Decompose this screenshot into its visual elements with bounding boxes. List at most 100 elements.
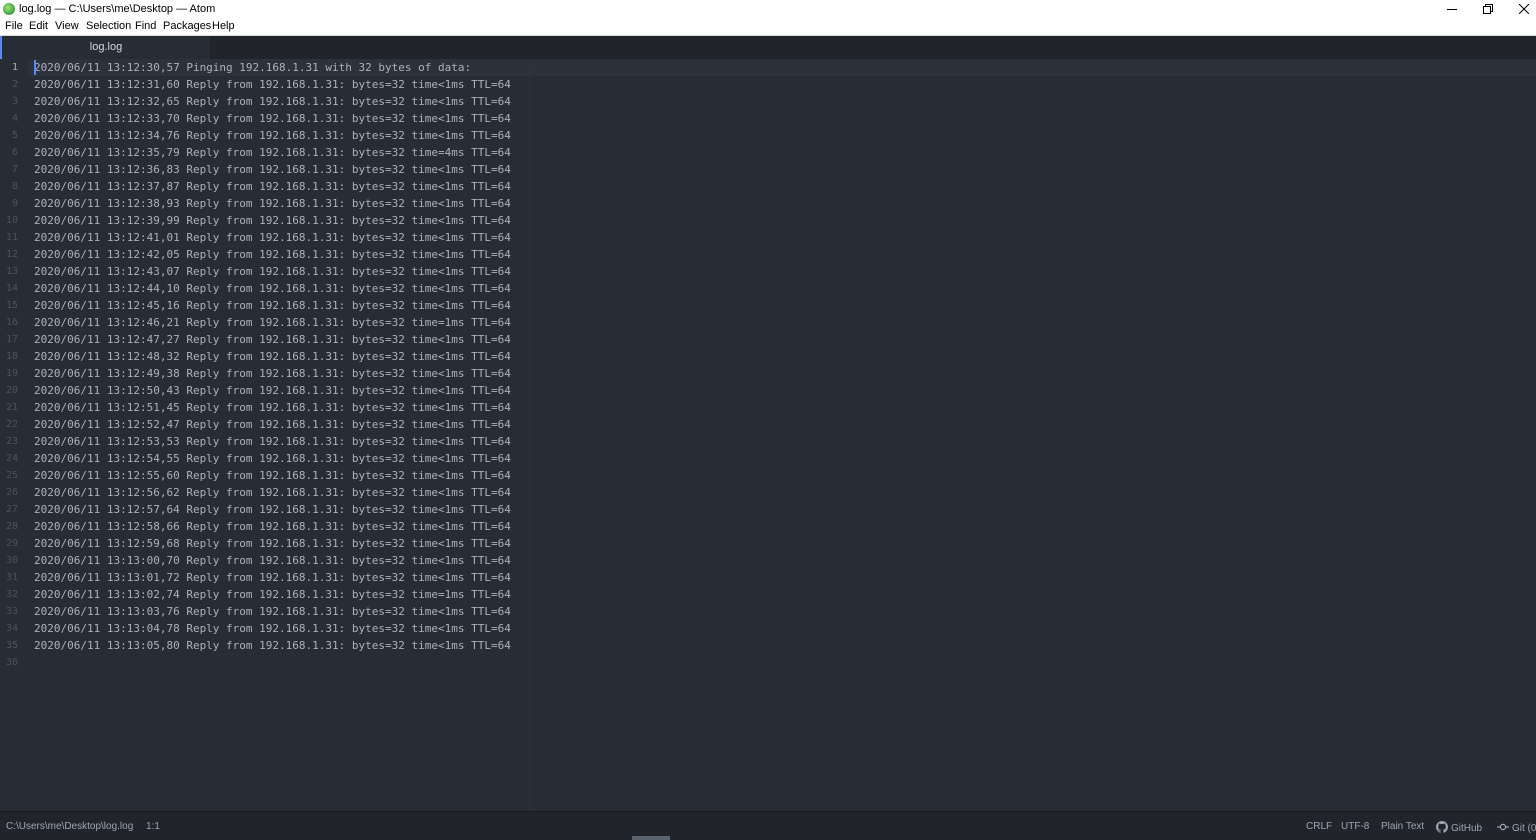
line-number: 19 xyxy=(5,368,18,379)
status-file-path[interactable]: C:\Users\me\Desktop\log.log xyxy=(6,821,133,833)
text-cursor xyxy=(34,60,36,75)
code-line: 2020/06/11 13:12:35,79 Reply from 192.16… xyxy=(34,146,511,159)
menu-help[interactable]: Help xyxy=(212,20,235,33)
status-grammar[interactable]: Plain Text xyxy=(1381,821,1424,833)
code-line: 2020/06/11 13:12:55,60 Reply from 192.16… xyxy=(34,469,511,482)
line-number: 30 xyxy=(5,555,18,566)
menu-packages[interactable]: Packages xyxy=(163,20,211,33)
code-line: 2020/06/11 13:12:59,68 Reply from 192.16… xyxy=(34,537,511,550)
code-line: 2020/06/11 13:12:52,47 Reply from 192.16… xyxy=(34,418,511,431)
restore-icon xyxy=(1483,4,1493,14)
line-number: 1 xyxy=(11,62,18,73)
menu-edit[interactable]: Edit xyxy=(29,20,48,33)
line-number: 32 xyxy=(5,589,18,600)
line-number: 33 xyxy=(5,606,18,617)
status-line-ending[interactable]: CRLF xyxy=(1306,821,1332,833)
close-button[interactable] xyxy=(1506,0,1536,18)
close-icon xyxy=(1519,4,1529,14)
tab-log-log[interactable]: log.log xyxy=(0,36,210,59)
code-line: 2020/06/11 13:12:45,16 Reply from 192.16… xyxy=(34,299,511,312)
line-number: 23 xyxy=(5,436,18,447)
line-number: 2 xyxy=(11,79,18,90)
minimize-icon xyxy=(1447,9,1457,10)
line-number: 5 xyxy=(11,130,18,141)
line-number: 22 xyxy=(5,419,18,430)
code-line: 2020/06/11 13:12:54,55 Reply from 192.16… xyxy=(34,452,511,465)
code-line: 2020/06/11 13:12:43,07 Reply from 192.16… xyxy=(34,265,511,278)
code-line: 2020/06/11 13:12:58,66 Reply from 192.16… xyxy=(34,520,511,533)
code-line: 2020/06/11 13:12:38,93 Reply from 192.16… xyxy=(34,197,511,210)
code-line: 2020/06/11 13:12:46,21 Reply from 192.16… xyxy=(34,316,511,329)
tab-label: log.log xyxy=(89,41,123,53)
line-number: 26 xyxy=(5,487,18,498)
line-number: 3 xyxy=(11,96,18,107)
code-line: 2020/06/11 13:12:37,87 Reply from 192.16… xyxy=(34,180,511,193)
menu-file[interactable]: File xyxy=(5,20,23,33)
horizontal-scrollbar-thumb[interactable] xyxy=(632,836,670,840)
code-line: 2020/06/11 13:13:03,76 Reply from 192.16… xyxy=(34,605,511,618)
line-number: 4 xyxy=(11,113,18,124)
line-number: 35 xyxy=(5,640,18,651)
menu-find[interactable]: Find xyxy=(135,20,156,33)
line-number: 9 xyxy=(11,198,18,209)
status-cursor-position[interactable]: 1:1 xyxy=(146,821,160,833)
line-number: 16 xyxy=(5,317,18,328)
status-git-label: Git (0) xyxy=(1512,823,1536,834)
text-editor[interactable]: 1 2 3 4 5 6 7 8 9 10 11 12 13 14 15 16 17 18 19 20 21 22 23 24 2… xyxy=(0,59,1536,811)
line-number: 11 xyxy=(5,232,18,243)
line-number: 10 xyxy=(5,215,18,226)
menu-bar: File Edit View Selection Find Packages H… xyxy=(0,18,1536,36)
status-git[interactable]: Git (0) xyxy=(1497,821,1536,835)
line-number: 15 xyxy=(5,300,18,311)
line-number: 12 xyxy=(5,249,18,260)
code-line: 2020/06/11 13:12:31,60 Reply from 192.16… xyxy=(34,78,511,91)
menu-view[interactable]: View xyxy=(55,20,79,33)
line-number: 31 xyxy=(5,572,18,583)
code-line: 2020/06/11 13:12:49,38 Reply from 192.16… xyxy=(34,367,511,380)
line-number: 28 xyxy=(5,521,18,532)
code-line: 2020/06/11 13:12:44,10 Reply from 192.16… xyxy=(34,282,511,295)
code-line: 2020/06/11 13:13:04,78 Reply from 192.16… xyxy=(34,622,511,635)
code-line: 2020/06/11 13:12:42,05 Reply from 192.16… xyxy=(34,248,511,261)
code-line: 2020/06/11 13:12:36,83 Reply from 192.16… xyxy=(34,163,511,176)
line-number-gutter: 1 2 3 4 5 6 7 8 9 10 11 12 13 14 15 16 17 18 19 20 21 22 23 24 2… xyxy=(0,59,28,811)
code-line: 2020/06/11 13:12:47,27 Reply from 192.16… xyxy=(34,333,511,346)
status-github-label: GitHub xyxy=(1451,823,1483,834)
menu-selection[interactable]: Selection xyxy=(86,20,131,33)
code-line: 2020/06/11 13:12:51,45 Reply from 192.16… xyxy=(34,401,511,414)
line-number: 29 xyxy=(5,538,18,549)
code-line: 2020/06/11 13:12:56,62 Reply from 192.16… xyxy=(34,486,511,499)
line-number: 18 xyxy=(5,351,18,362)
code-line: 2020/06/11 13:12:32,65 Reply from 192.16… xyxy=(34,95,511,108)
status-bar: C:\Users\me\Desktop\log.log 1:1 CRLF UTF… xyxy=(0,811,1536,840)
tab-bar: log.log xyxy=(0,36,1536,60)
line-number: 8 xyxy=(11,181,18,192)
line-number: 34 xyxy=(5,623,18,634)
line-number: 21 xyxy=(5,402,18,413)
status-github[interactable]: GitHub xyxy=(1436,821,1482,835)
git-commit-icon xyxy=(1497,823,1509,831)
line-number: 36 xyxy=(5,657,18,668)
maximize-button[interactable] xyxy=(1470,0,1506,18)
line-number: 14 xyxy=(5,283,18,294)
window-title: log.log — C:\Users\me\Desktop — Atom xyxy=(19,3,216,15)
code-line: 2020/06/11 13:12:50,43 Reply from 192.16… xyxy=(34,384,511,397)
line-number: 13 xyxy=(5,266,18,277)
atom-icon xyxy=(3,3,15,15)
code-line: 2020/06/11 13:13:01,72 Reply from 192.16… xyxy=(34,571,511,584)
code-line: 2020/06/11 13:12:30,57 Pinging 192.168.1… xyxy=(34,61,472,74)
code-line: 2020/06/11 13:12:41,01 Reply from 192.16… xyxy=(34,231,511,244)
code-line: 2020/06/11 13:12:34,76 Reply from 192.16… xyxy=(34,129,511,142)
line-number: 24 xyxy=(5,453,18,464)
github-icon xyxy=(1436,821,1449,833)
code-line: 2020/06/11 13:13:00,70 Reply from 192.16… xyxy=(34,554,511,567)
wrap-guide xyxy=(529,59,530,811)
line-number: 7 xyxy=(11,164,18,175)
minimize-button[interactable] xyxy=(1434,0,1470,18)
line-number: 27 xyxy=(5,504,18,515)
code-line: 2020/06/11 13:13:02,74 Reply from 192.16… xyxy=(34,588,511,601)
code-line: 2020/06/11 13:12:39,99 Reply from 192.16… xyxy=(34,214,511,227)
code-line: 2020/06/11 13:13:05,80 Reply from 192.16… xyxy=(34,639,511,652)
code-line: 2020/06/11 13:12:48,32 Reply from 192.16… xyxy=(34,350,511,363)
status-encoding[interactable]: UTF-8 xyxy=(1341,821,1369,833)
